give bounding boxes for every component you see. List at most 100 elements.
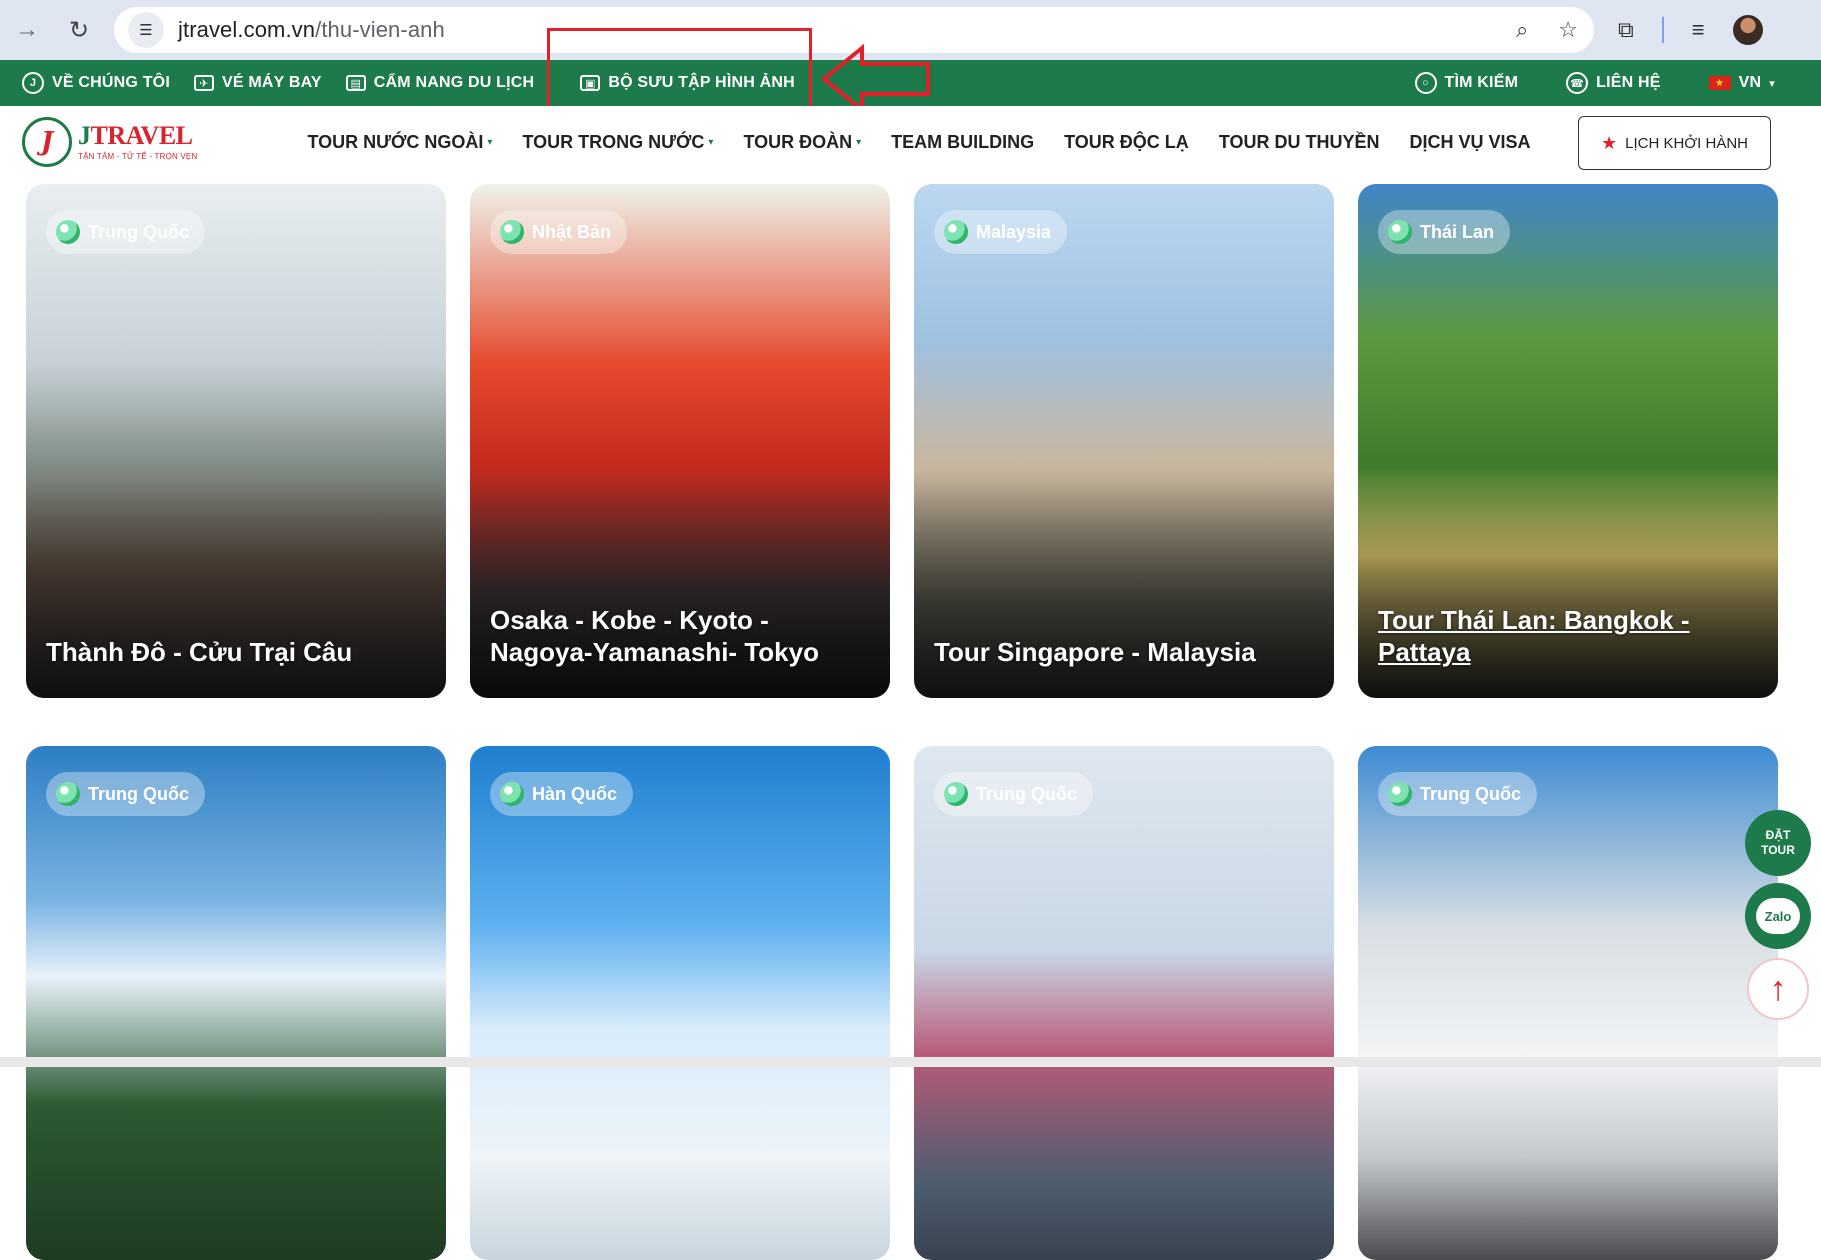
main-navigation: J JTRAVEL TẬN TÂM - TỬ TẾ - TRỌN VẸN TOU…: [0, 106, 1821, 178]
globe-icon: [1388, 782, 1412, 806]
menu-label: TOUR DU THUYỀN: [1218, 131, 1380, 152]
gallery-card[interactable]: Nhật Bản Osaka - Kobe - Kyoto - Nagoya-Y…: [470, 184, 890, 698]
annotation-arrow-icon: [820, 44, 930, 114]
country-label: Nhật Bản: [532, 221, 612, 242]
chevron-down-icon: ▾: [708, 137, 714, 149]
logo-name-j: J: [78, 121, 91, 150]
country-label: Hàn Quốc: [532, 783, 618, 804]
book-tour-line1: ĐẶT: [1765, 828, 1791, 842]
menu-label: TEAM BUILDING: [891, 131, 1035, 152]
country-badge[interactable]: Trung Quốc: [934, 772, 1093, 816]
card-caption[interactable]: Thành Đô - Cửu Trại Câu: [46, 636, 426, 668]
zalo-chat-button[interactable]: Zalo: [1745, 883, 1811, 949]
country-badge[interactable]: Thái Lan: [1378, 210, 1511, 254]
card-caption[interactable]: Osaka - Kobe - Kyoto - Nagoya-Yamanashi-…: [490, 604, 870, 668]
ticket-icon: ✈: [193, 75, 214, 91]
country-badge[interactable]: Trung Quốc: [46, 210, 205, 254]
book-icon: ▤: [345, 75, 366, 91]
country-badge[interactable]: Hàn Quốc: [490, 772, 634, 816]
menu-item-team-building[interactable]: TEAM BUILDING: [891, 132, 1034, 153]
vietnam-flag-icon: ★: [1708, 76, 1731, 90]
toolbar-divider: [1661, 17, 1664, 43]
menu-label: TOUR NƯỚC NGOÀI: [307, 131, 484, 152]
country-badge[interactable]: Nhật Bản: [490, 210, 628, 254]
country-label: Thái Lan: [1420, 221, 1495, 242]
country-label: Trung Quốc: [88, 783, 189, 804]
globe-icon: [500, 220, 524, 244]
profile-avatar[interactable]: [1732, 15, 1763, 45]
logo-name-rest: TRAVEL: [90, 121, 194, 150]
menu-label: TOUR TRONG NƯỚC: [522, 131, 705, 152]
forward-icon[interactable]: →: [10, 13, 44, 47]
arrow-up-icon: ↑: [1769, 969, 1787, 1008]
site-info-icon[interactable]: ☰: [128, 12, 164, 48]
menu-item-group-tours[interactable]: TOUR ĐOÀN ▾: [743, 132, 861, 153]
menu-item-domestic-tours[interactable]: TOUR TRONG NƯỚC ▾: [522, 132, 713, 153]
horizontal-scrollbar[interactable]: [0, 1057, 1821, 1067]
chevron-down-icon: ▾: [1769, 77, 1775, 90]
chevron-down-icon: ▾: [856, 137, 862, 149]
country-label: Trung Quốc: [976, 783, 1077, 804]
menu-item-international-tours[interactable]: TOUR NƯỚC NGOÀI ▾: [307, 132, 492, 153]
globe-icon: [56, 220, 80, 244]
globe-icon: [56, 782, 80, 806]
star-icon: ★: [1600, 132, 1618, 153]
site-logo[interactable]: J JTRAVEL TẬN TÂM - TỬ TẾ - TRỌN VẸN: [22, 117, 197, 167]
country-label: Trung Quốc: [88, 221, 189, 242]
gallery-card[interactable]: Trung Quốc Thành Đô - Cửu Trại Câu: [26, 184, 446, 698]
bookmark-star-icon[interactable]: ☆: [1558, 17, 1578, 43]
gallery-card[interactable]: Trung Quốc: [914, 746, 1334, 1260]
topbar-search-link[interactable]: ○ TÌM KIẾM: [1414, 72, 1519, 94]
globe-icon: [500, 782, 524, 806]
gallery-card[interactable]: Thái Lan Tour Thái Lan: Bangkok - Pattay…: [1358, 184, 1778, 698]
book-tour-button[interactable]: ĐẶT TOUR: [1745, 810, 1811, 876]
country-label: Malaysia: [976, 221, 1052, 242]
chevron-down-icon: ▾: [487, 137, 493, 149]
zalo-icon: Zalo: [1756, 898, 1800, 934]
country-badge[interactable]: Trung Quốc: [1378, 772, 1537, 816]
back-to-top-button[interactable]: ↑: [1747, 958, 1809, 1020]
book-tour-line2: TOUR: [1761, 843, 1795, 857]
topbar-search-label: TÌM KIẾM: [1444, 74, 1519, 91]
topbar-flights-label: VÉ MÁY BAY: [221, 74, 322, 91]
language-selector[interactable]: ★ VN ▾: [1708, 74, 1775, 92]
menu-item-visa-services[interactable]: DỊCH VỤ VISA: [1410, 132, 1531, 153]
zoom-icon[interactable]: ⌕: [1516, 17, 1528, 43]
gallery-card[interactable]: Malaysia Tour Singapore - Malaysia: [914, 184, 1334, 698]
country-badge[interactable]: Trung Quốc: [46, 772, 205, 816]
globe-icon: [1388, 220, 1412, 244]
search-icon: ○: [1414, 72, 1437, 94]
logo-tagline: TẬN TÂM - TỬ TẾ - TRỌN VẸN: [78, 152, 198, 161]
globe-icon: [944, 782, 968, 806]
url-text[interactable]: jtravel.com.vn/thu-vien-anh: [178, 17, 445, 43]
topbar-flights-link[interactable]: ✈ VÉ MÁY BAY: [193, 74, 322, 92]
gallery-card[interactable]: Hàn Quốc: [470, 746, 890, 1260]
topbar-guide-label: CẨM NANG DU LỊCH: [373, 74, 535, 91]
departure-schedule-label: LỊCH KHỞI HÀNH: [1625, 134, 1749, 152]
language-label: VN: [1738, 74, 1762, 91]
topbar-guide-link[interactable]: ▤ CẨM NANG DU LỊCH: [345, 74, 535, 92]
gallery-card[interactable]: Trung Quốc: [1358, 746, 1778, 1260]
country-badge[interactable]: Malaysia: [934, 210, 1068, 254]
extensions-icon[interactable]: ⧉: [1618, 17, 1634, 43]
url-path: /thu-vien-anh: [315, 17, 445, 42]
gallery-card[interactable]: Trung Quốc: [26, 746, 446, 1260]
menu-label: DỊCH VỤ VISA: [1409, 131, 1531, 152]
reload-icon[interactable]: ↻: [62, 13, 96, 47]
media-icon[interactable]: ≡: [1692, 17, 1705, 43]
country-label: Trung Quốc: [1420, 783, 1521, 804]
logo-icon: J: [22, 72, 44, 94]
departure-schedule-button[interactable]: ★ LỊCH KHỞI HÀNH: [1578, 116, 1771, 170]
card-caption[interactable]: Tour Singapore - Malaysia: [934, 636, 1314, 668]
topbar-contact-label: LIÊN HỆ: [1596, 74, 1661, 91]
menu-item-unique-tours[interactable]: TOUR ĐỘC LẠ: [1064, 132, 1189, 153]
logo-name: JTRAVEL: [78, 123, 197, 149]
menu-item-cruise-tours[interactable]: TOUR DU THUYỀN: [1219, 132, 1380, 153]
topbar-about-link[interactable]: J VỀ CHÚNG TÔI: [22, 72, 170, 94]
card-caption[interactable]: Tour Thái Lan: Bangkok - Pattaya: [1378, 604, 1758, 668]
menu-label: TOUR ĐOÀN: [743, 131, 853, 152]
menu-label: TOUR ĐỘC LẠ: [1064, 131, 1189, 152]
topbar-contact-link[interactable]: ☎ LIÊN HỆ: [1566, 72, 1661, 94]
main-menu: TOUR NƯỚC NGOÀI ▾ TOUR TRONG NƯỚC ▾ TOUR Đ…: [307, 132, 1530, 153]
url-host: jtravel.com.vn: [178, 17, 316, 42]
